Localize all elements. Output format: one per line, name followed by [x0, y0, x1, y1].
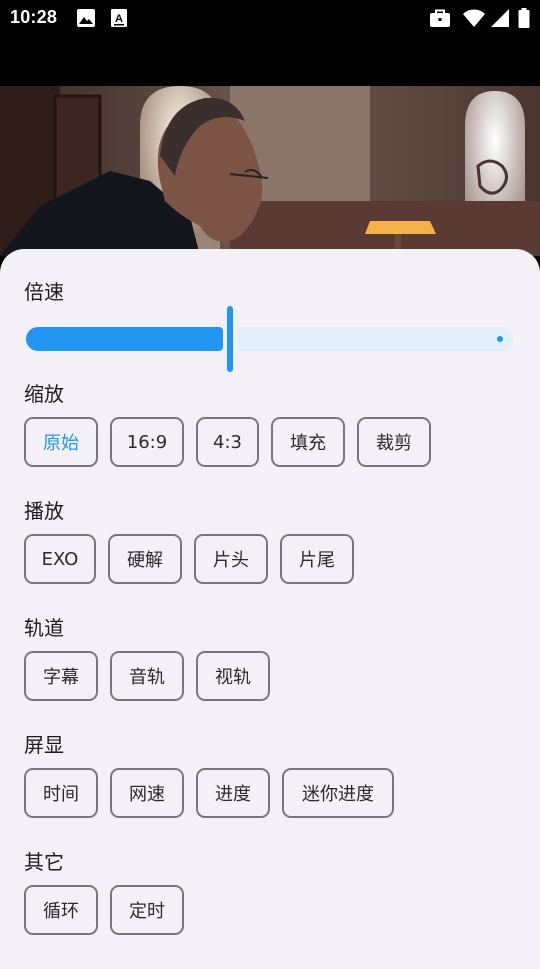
a-badge-icon: A: [111, 9, 127, 27]
wifi-icon: [463, 9, 485, 27]
svg-text:A: A: [115, 13, 123, 25]
video-frame[interactable]: [0, 86, 540, 256]
status-bar: 10:28 A: [0, 0, 540, 36]
status-time: 10:28: [10, 7, 58, 27]
playback-option-hw-decode[interactable]: 硬解: [108, 534, 182, 584]
other-title: 其它: [24, 850, 64, 874]
video-image: [0, 86, 540, 256]
slider-stop-indicator: [497, 336, 503, 342]
slider-inactive-track: [238, 327, 513, 351]
image-icon: [77, 9, 95, 27]
display-option-mini-progress[interactable]: 迷你进度: [282, 768, 394, 818]
speed-title: 倍速: [24, 280, 64, 304]
other-option-timer[interactable]: 定时: [110, 885, 184, 935]
scale-option-16-9[interactable]: 16:9: [110, 417, 184, 467]
scale-option-original[interactable]: 原始: [24, 417, 98, 467]
display-option-net-speed[interactable]: 网速: [110, 768, 184, 818]
track-title: 轨道: [24, 616, 64, 640]
battery-icon: [518, 8, 530, 28]
slider-active-track: [26, 327, 223, 351]
display-title: 屏显: [24, 733, 64, 757]
playback-option-intro[interactable]: 片头: [194, 534, 268, 584]
scale-option-crop[interactable]: 裁剪: [357, 417, 431, 467]
briefcase-icon: [430, 9, 450, 27]
track-option-video[interactable]: 视轨: [196, 651, 270, 701]
scale-title: 缩放: [24, 382, 64, 406]
scale-option-4-3[interactable]: 4:3: [196, 417, 259, 467]
track-option-subtitle[interactable]: 字幕: [24, 651, 98, 701]
playback-title: 播放: [24, 499, 64, 523]
playback-option-exo[interactable]: EXO: [24, 534, 96, 584]
display-option-time[interactable]: 时间: [24, 768, 98, 818]
display-option-progress[interactable]: 进度: [196, 768, 270, 818]
speed-slider[interactable]: [24, 306, 516, 372]
track-option-audio[interactable]: 音轨: [110, 651, 184, 701]
slider-handle[interactable]: [227, 306, 233, 372]
signal-icon: [491, 9, 509, 27]
other-option-loop[interactable]: 循环: [24, 885, 98, 935]
playback-option-outro[interactable]: 片尾: [280, 534, 354, 584]
scale-option-fill[interactable]: 填充: [271, 417, 345, 467]
